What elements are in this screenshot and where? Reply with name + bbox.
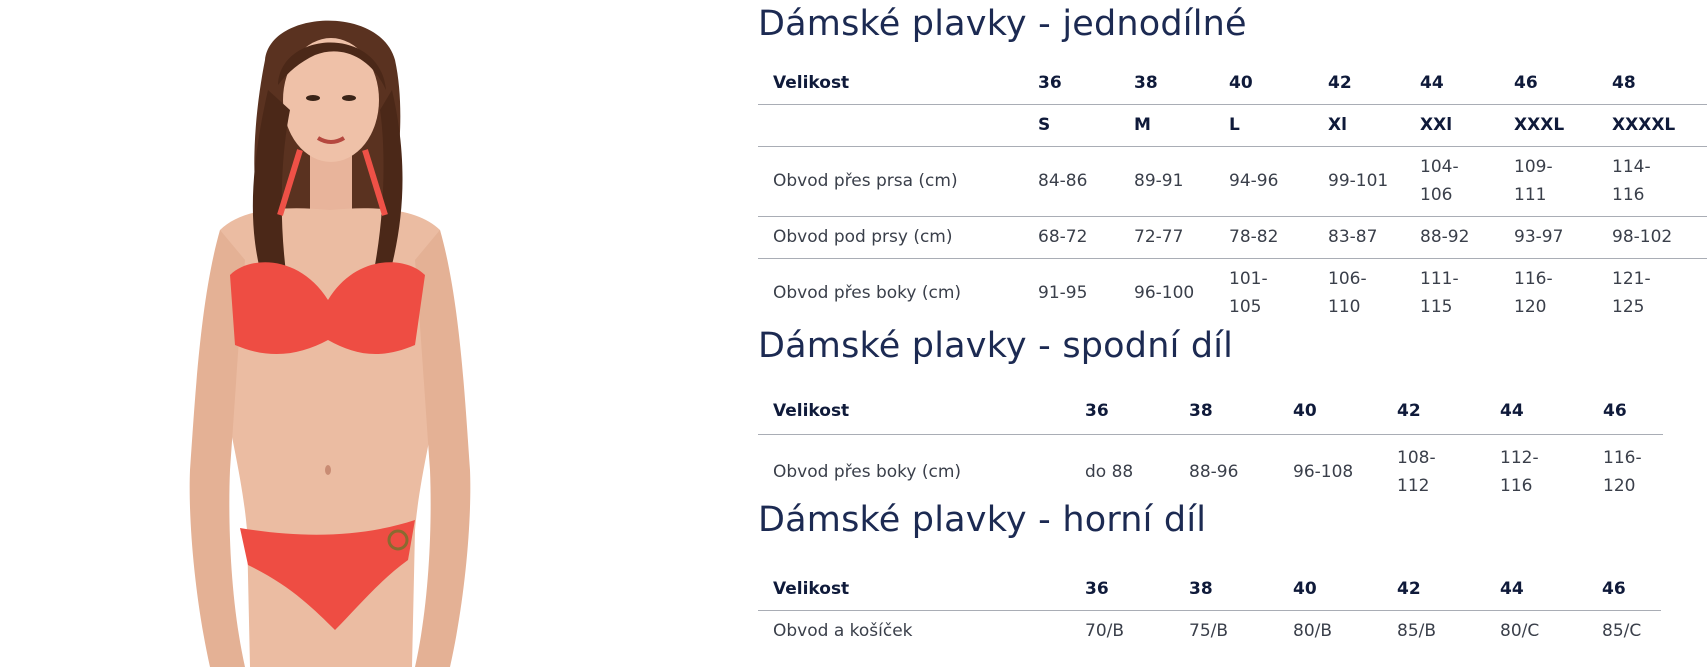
- product-photo: [150, 0, 540, 667]
- table-header-row: Velikost 36 38 40 42 44 46: [758, 568, 1661, 610]
- row-label: Obvod pod prsy (cm): [773, 227, 953, 247]
- letter-size: S: [1038, 115, 1051, 135]
- header-size: 44: [1500, 578, 1524, 599]
- table-cell: 108-112: [1382, 434, 1485, 510]
- wrapped-value: 112-116: [1500, 448, 1539, 497]
- table-cell: 99-101: [1328, 171, 1389, 191]
- wrapped-value: 104-106: [1420, 157, 1459, 205]
- size-table-bottom: Velikost 36 38 40 42 44 46 Obvod přes bo…: [758, 389, 1663, 510]
- wrapped-value: 101-105: [1229, 269, 1268, 318]
- table-cell: 116-120: [1588, 434, 1663, 510]
- letter-size: XXl: [1420, 115, 1453, 135]
- header-size: 42: [1397, 401, 1421, 422]
- table-cell: do 88: [1085, 462, 1134, 483]
- header-size: 40: [1229, 72, 1253, 93]
- row-label: Obvod přes prsa (cm): [773, 171, 958, 191]
- header-size: 44: [1420, 72, 1444, 93]
- header-size: 36: [1085, 401, 1109, 422]
- letter-size: XXXL: [1514, 115, 1565, 135]
- table-row: Obvod přes prsa (cm) 84-86 89-91 94-96 9…: [758, 146, 1707, 216]
- wrapped-value: 106-110: [1328, 269, 1367, 318]
- size-table-one-piece: Velikost 36 38 40 42 44 46 48 S M L Xl X…: [758, 62, 1707, 328]
- table-cell: 88-92: [1420, 227, 1470, 247]
- header-size: 42: [1328, 72, 1352, 93]
- header-size: 40: [1293, 578, 1317, 599]
- wrapped-value: 116-120: [1514, 269, 1553, 318]
- table-row: Obvod přes boky (cm) 91-95 96-100 101-10…: [758, 258, 1707, 328]
- table-cell: 94-96: [1229, 171, 1279, 191]
- header-label: Velikost: [773, 72, 850, 93]
- wrapped-value: 111-115: [1420, 269, 1459, 318]
- letter-size: Xl: [1328, 115, 1347, 135]
- header-label: Velikost: [773, 401, 850, 422]
- header-size: 38: [1189, 401, 1213, 422]
- table-cell: 96-108: [1293, 462, 1354, 483]
- wrapped-value: 109-111: [1514, 157, 1553, 205]
- model-illustration: [189, 20, 471, 667]
- wrapped-value: 121-125: [1612, 269, 1651, 318]
- table-header-row: Velikost 36 38 40 42 44 46: [758, 389, 1663, 434]
- section-title-one-piece: Dámské plavky - jednodílné: [758, 4, 1247, 44]
- header-label: Velikost: [773, 578, 850, 599]
- table-cell: 91-95: [1038, 283, 1088, 304]
- letter-size-row: S M L Xl XXl XXXL XXXXL: [758, 104, 1707, 146]
- table-cell: 75/B: [1189, 621, 1229, 642]
- row-label: Obvod a košíček: [773, 621, 913, 642]
- header-size: 48: [1612, 72, 1636, 93]
- header-size: 46: [1602, 578, 1626, 599]
- table-cell: 109-111: [1499, 146, 1597, 216]
- table-row: Obvod přes boky (cm) do 88 88-96 96-108 …: [758, 434, 1663, 510]
- table-cell: 85/C: [1602, 621, 1642, 642]
- header-size: 42: [1397, 578, 1421, 599]
- table-cell: 68-72: [1038, 227, 1088, 247]
- wrapped-value: 108-112: [1397, 448, 1436, 497]
- letter-row-label: [758, 104, 1023, 146]
- letter-size: L: [1229, 115, 1240, 135]
- table-cell: 121-125: [1597, 258, 1707, 328]
- table-header-row: Velikost 36 38 40 42 44 46 48: [758, 62, 1707, 104]
- table-cell: 80/B: [1293, 621, 1333, 642]
- header-size: 46: [1514, 72, 1538, 93]
- table-cell: 114-116: [1597, 146, 1707, 216]
- table-cell: 96-100: [1134, 283, 1195, 304]
- table-cell: 72-77: [1134, 227, 1184, 247]
- section-title-top: Dámské plavky - horní díl: [758, 500, 1207, 540]
- table-cell: 104-106: [1405, 146, 1499, 216]
- header-size: 36: [1038, 72, 1062, 93]
- header-size: 44: [1500, 401, 1524, 422]
- table-cell: 89-91: [1134, 171, 1184, 191]
- table-row: Obvod a košíček 70/B 75/B 80/B 85/B 80/C…: [758, 610, 1661, 652]
- wrapped-value: 116-120: [1603, 448, 1642, 497]
- table-cell: 88-96: [1189, 462, 1239, 483]
- header-size: 46: [1603, 401, 1627, 422]
- table-cell: 78-82: [1229, 227, 1279, 247]
- table-cell: 112-116: [1485, 434, 1588, 510]
- row-label: Obvod přes boky (cm): [773, 462, 962, 483]
- header-size: 36: [1085, 578, 1109, 599]
- table-cell: 84-86: [1038, 171, 1088, 191]
- letter-size: XXXXL: [1612, 115, 1676, 135]
- size-table-top: Velikost 36 38 40 42 44 46 Obvod a košíč…: [758, 568, 1661, 652]
- table-cell: 116-120: [1499, 258, 1597, 328]
- header-size: 38: [1134, 72, 1158, 93]
- header-size: 38: [1189, 578, 1213, 599]
- table-cell: 70/B: [1085, 621, 1125, 642]
- table-cell: 106-110: [1313, 258, 1405, 328]
- table-cell: 98-102: [1612, 227, 1673, 247]
- section-title-bottom: Dámské plavky - spodní díl: [758, 326, 1234, 366]
- table-row: Obvod pod prsy (cm) 68-72 72-77 78-82 83…: [758, 216, 1707, 258]
- table-cell: 80/C: [1500, 621, 1540, 642]
- table-cell: 83-87: [1328, 227, 1378, 247]
- table-cell: 111-115: [1405, 258, 1499, 328]
- table-cell: 93-97: [1514, 227, 1564, 247]
- table-cell: 101-105: [1214, 258, 1313, 328]
- row-label: Obvod přes boky (cm): [773, 283, 962, 304]
- header-size: 40: [1293, 401, 1317, 422]
- letter-size: M: [1134, 115, 1151, 135]
- table-cell: 85/B: [1397, 621, 1437, 642]
- wrapped-value: 114-116: [1612, 157, 1651, 205]
